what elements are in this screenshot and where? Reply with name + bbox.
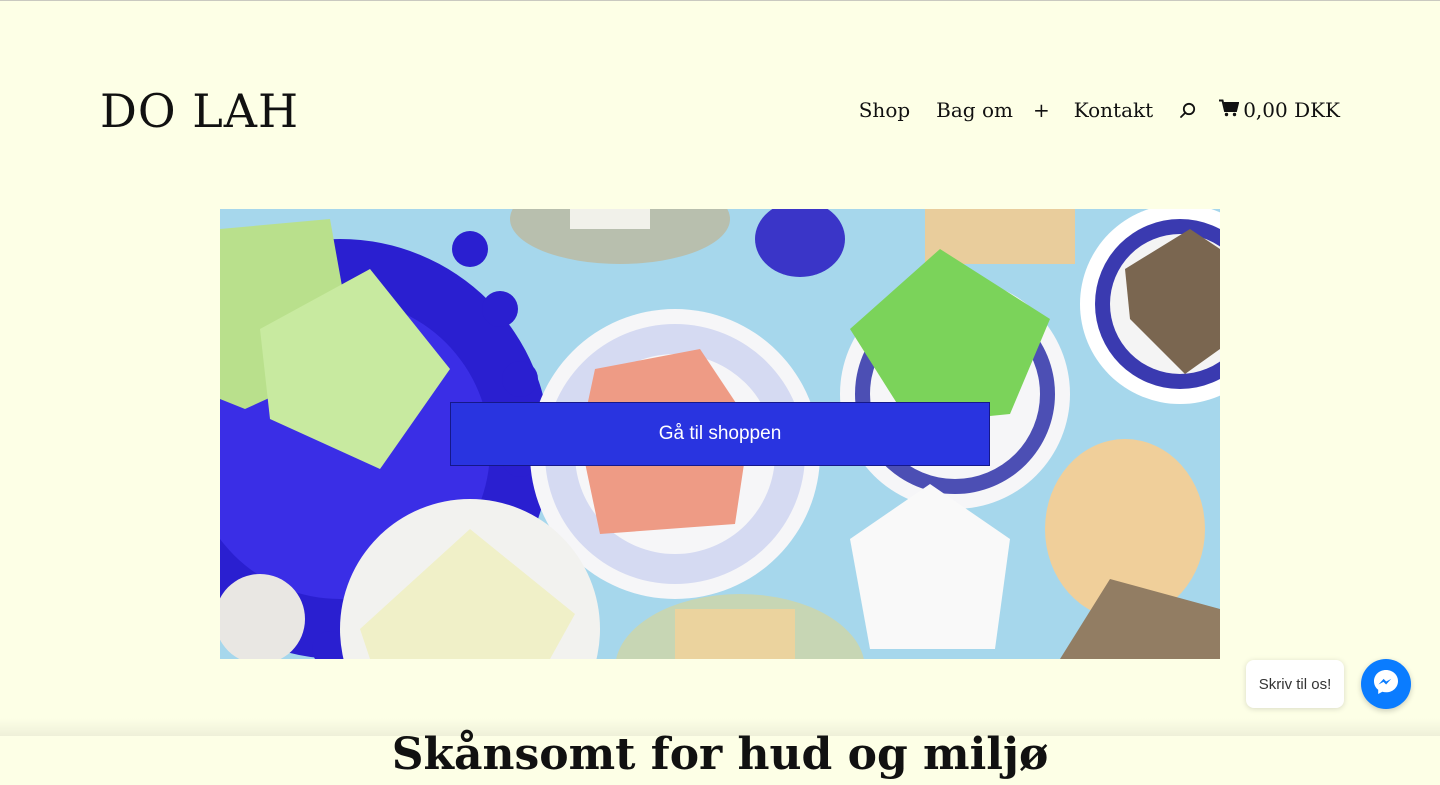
cart-link[interactable]: 0,00 DKK	[1219, 98, 1340, 122]
go-to-shop-button[interactable]: Gå til shoppen	[450, 402, 990, 466]
hero-banner: Gå til shoppen	[220, 209, 1220, 659]
main-navigation: Shop Bag om + Kontakt 0,00 DKK	[859, 96, 1340, 124]
messenger-chat-button[interactable]	[1361, 659, 1411, 709]
messenger-icon	[1372, 668, 1400, 700]
bottom-shadow	[0, 718, 1440, 736]
top-divider	[0, 0, 1440, 1]
submenu-toggle-plus-icon[interactable]: +	[1033, 98, 1050, 122]
chat-prompt-bubble[interactable]: Skriv til os!	[1246, 660, 1344, 708]
search-icon[interactable]	[1177, 99, 1199, 121]
cart-total: 0,00 DKK	[1243, 98, 1340, 122]
cart-icon	[1219, 98, 1240, 122]
nav-item-bag-om[interactable]: Bag om	[936, 98, 1013, 122]
nav-item-kontakt[interactable]: Kontakt	[1074, 98, 1153, 122]
nav-item-shop[interactable]: Shop	[859, 98, 910, 122]
brand-logo[interactable]: DO LAH	[100, 84, 299, 138]
